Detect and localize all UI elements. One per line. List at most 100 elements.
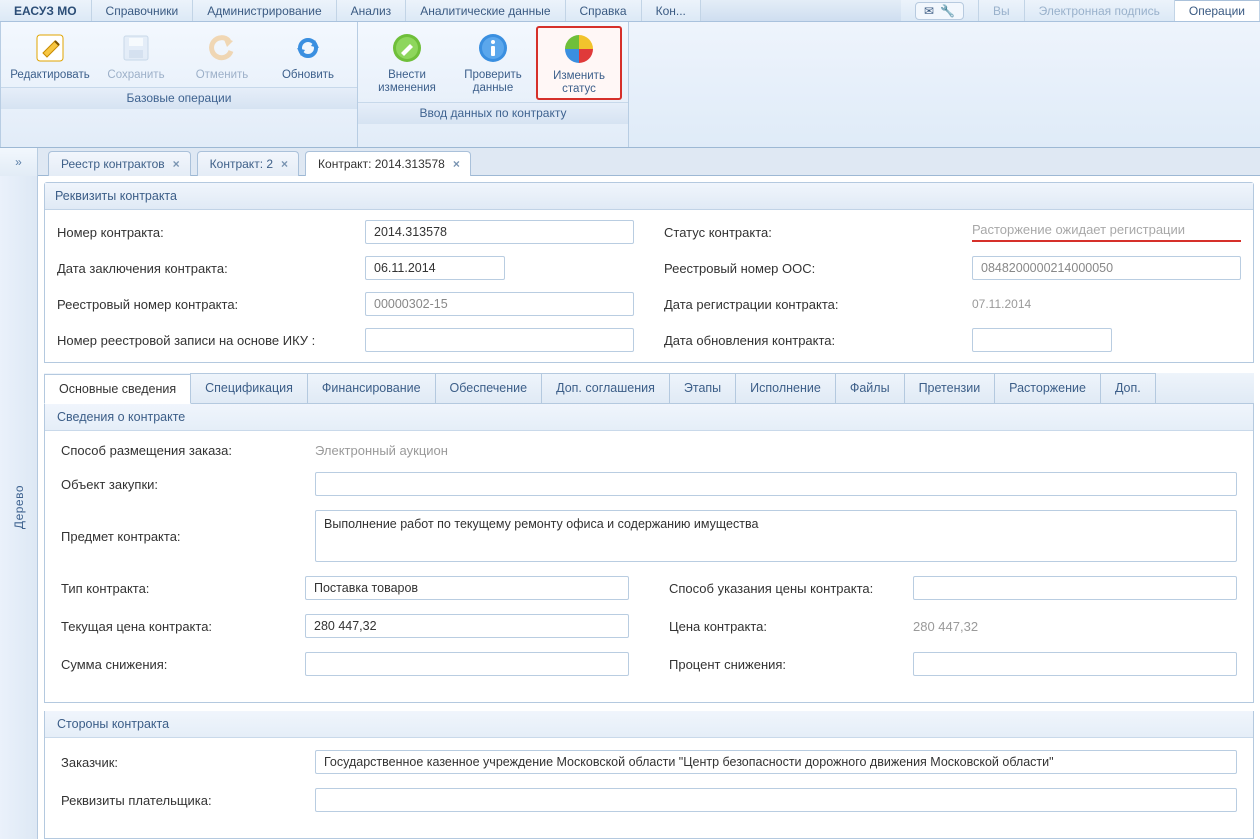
- pricemode-field[interactable]: [913, 576, 1237, 600]
- header-icons[interactable]: ✉ 🔧: [901, 0, 979, 21]
- menu-help[interactable]: Справка: [566, 0, 642, 21]
- tab-registry[interactable]: Реестр контрактов×: [48, 151, 191, 177]
- save-icon: [119, 31, 153, 65]
- refresh-button[interactable]: Обновить: [265, 26, 351, 85]
- contract-requisites-panel: Реквизиты контракта Номер контракта: Ста…: [44, 182, 1254, 363]
- registry-number-field[interactable]: [365, 292, 634, 316]
- registration-date-value: 07.11.2014: [972, 297, 1031, 311]
- info-circle-icon: [476, 31, 510, 65]
- ribbon-group-contract: Внести изменения Проверить данные Измени…: [358, 22, 629, 147]
- edit-icon: [33, 31, 67, 65]
- oos-number-label: Реестровый номер ООС:: [664, 261, 964, 276]
- payer-label: Реквизиты плательщика:: [61, 793, 301, 808]
- update-date-label: Дата обновления контракта:: [664, 333, 964, 348]
- doc-tabs-bar: » Реестр контрактов× Контракт: 2× Контра…: [0, 148, 1260, 176]
- discsum-label: Сумма снижения:: [61, 657, 291, 672]
- expand-sidebar-button[interactable]: »: [0, 148, 38, 176]
- customer-field[interactable]: [315, 750, 1237, 774]
- update-date-field[interactable]: [972, 328, 1112, 352]
- ribbon-group-contract-caption: Ввод данных по контракту: [358, 102, 628, 124]
- subtab-claims[interactable]: Претензии: [904, 373, 996, 403]
- subtabs: Основные сведения Спецификация Финансиро…: [44, 373, 1254, 404]
- contract-parties-section: Стороны контракта Заказчик: Реквизиты пл…: [44, 711, 1254, 839]
- subtab-stages[interactable]: Этапы: [669, 373, 736, 403]
- menu-analysis[interactable]: Анализ: [337, 0, 407, 21]
- subtab-addendum[interactable]: Доп. соглашения: [541, 373, 670, 403]
- refresh-icon: [291, 31, 325, 65]
- pricemode-label: Способ указания цены контракта:: [669, 581, 899, 596]
- app-title[interactable]: ЕАСУЗ МО: [0, 0, 92, 21]
- tab-contract-current[interactable]: Контракт: 2014.313578×: [305, 151, 471, 177]
- subject-field[interactable]: [315, 510, 1237, 562]
- customer-label: Заказчик:: [61, 755, 301, 770]
- ribbon-group-base: Редактировать Сохранить Отменить Обновит…: [0, 22, 358, 147]
- contract-info-title: Сведения о контракте: [45, 404, 1253, 431]
- registry-number-label: Реестровый номер контракта:: [57, 297, 357, 312]
- sidebar-collapsed[interactable]: Дерево: [0, 176, 38, 839]
- content-scroll[interactable]: Реквизиты контракта Номер контракта: Ста…: [38, 176, 1260, 839]
- pencil-circle-icon: [390, 31, 424, 65]
- top-menu-bar: ЕАСУЗ МО Справочники Администрирование А…: [0, 0, 1260, 22]
- header-esign[interactable]: Электронная подпись: [1025, 0, 1175, 21]
- subtab-security[interactable]: Обеспечение: [435, 373, 543, 403]
- contract-date-label: Дата заключения контракта:: [57, 261, 357, 276]
- discsum-field[interactable]: [305, 652, 629, 676]
- contract-number-label: Номер контракта:: [57, 225, 357, 240]
- contract-info-section: Сведения о контракте Способ размещения з…: [44, 404, 1254, 703]
- subtab-termination[interactable]: Расторжение: [994, 373, 1101, 403]
- object-label: Объект закупки:: [61, 477, 301, 492]
- edit-button[interactable]: Редактировать: [7, 26, 93, 85]
- contract-parties-title: Стороны контракта: [45, 711, 1253, 738]
- object-field[interactable]: [315, 472, 1237, 496]
- cancel-button: Отменить: [179, 26, 265, 85]
- iku-field[interactable]: [365, 328, 634, 352]
- apply-changes-button[interactable]: Внести изменения: [364, 26, 450, 100]
- subtab-execution[interactable]: Исполнение: [735, 373, 836, 403]
- menu-analytics[interactable]: Аналитические данные: [406, 0, 565, 21]
- contract-number-field[interactable]: [365, 220, 634, 244]
- subtab-files[interactable]: Файлы: [835, 373, 905, 403]
- save-button: Сохранить: [93, 26, 179, 85]
- price-label: Цена контракта:: [669, 619, 899, 634]
- close-icon[interactable]: ×: [281, 157, 288, 171]
- menu-admin[interactable]: Администрирование: [193, 0, 336, 21]
- undo-icon: [205, 31, 239, 65]
- contract-requisites-title: Реквизиты контракта: [45, 183, 1253, 210]
- header-operations-tab[interactable]: Операции: [1175, 0, 1260, 21]
- oos-number-field[interactable]: [972, 256, 1241, 280]
- mail-icon: ✉: [924, 4, 934, 18]
- contract-status-label: Статус контракта:: [664, 225, 964, 240]
- menu-references[interactable]: Справочники: [92, 0, 194, 21]
- tab-contract-2[interactable]: Контракт: 2×: [197, 151, 299, 177]
- subtab-extra[interactable]: Доп.: [1100, 373, 1156, 403]
- discpct-field[interactable]: [913, 652, 1237, 676]
- header-you: Вы: [979, 0, 1025, 21]
- discpct-label: Процент снижения:: [669, 657, 899, 672]
- check-data-button[interactable]: Проверить данные: [450, 26, 536, 100]
- method-value: Электронный аукцион: [315, 443, 448, 458]
- curprice-label: Текущая цена контракта:: [61, 619, 291, 634]
- type-label: Тип контракта:: [61, 581, 291, 596]
- method-label: Способ размещения заказа:: [61, 443, 301, 458]
- subtab-spec[interactable]: Спецификация: [190, 373, 308, 403]
- menu-truncated[interactable]: Кон...: [642, 0, 701, 21]
- sidebar-label: Дерево: [12, 485, 26, 529]
- contract-status-value: Расторжение ожидает регистрации: [972, 222, 1241, 242]
- registration-date-label: Дата регистрации контракта:: [664, 297, 964, 312]
- payer-field[interactable]: [315, 788, 1237, 812]
- change-status-button[interactable]: Изменить статус: [536, 26, 622, 100]
- curprice-field[interactable]: [305, 614, 629, 638]
- ribbon-group-base-caption: Базовые операции: [1, 87, 357, 109]
- type-field[interactable]: [305, 576, 629, 600]
- wrench-icon: 🔧: [940, 4, 955, 18]
- pie-icon: [562, 32, 596, 66]
- subtab-main[interactable]: Основные сведения: [44, 374, 191, 404]
- close-icon[interactable]: ×: [453, 157, 460, 171]
- ribbon: Редактировать Сохранить Отменить Обновит…: [0, 22, 1260, 148]
- close-icon[interactable]: ×: [173, 157, 180, 171]
- contract-date-field[interactable]: [365, 256, 505, 280]
- price-value: 280 447,32: [913, 619, 978, 634]
- main-area: Дерево Реквизиты контракта Номер контрак…: [0, 176, 1260, 839]
- subtab-finance[interactable]: Финансирование: [307, 373, 436, 403]
- subject-label: Предмет контракта:: [61, 529, 301, 544]
